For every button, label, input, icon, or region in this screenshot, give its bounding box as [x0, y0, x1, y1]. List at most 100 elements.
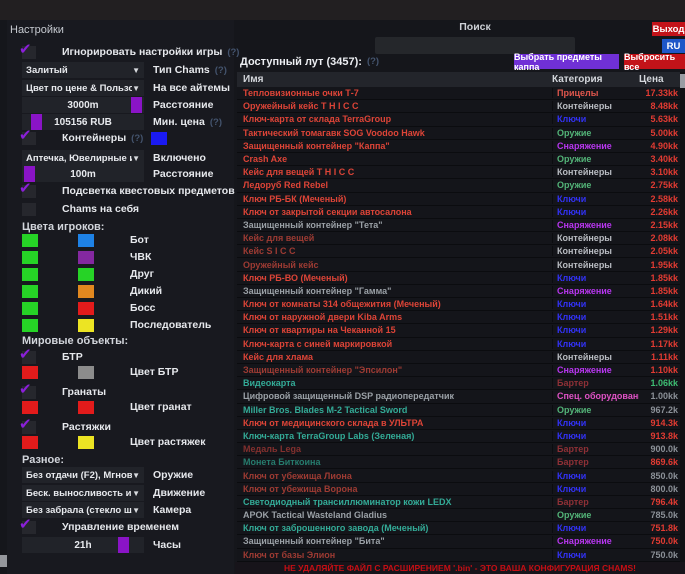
column-header-name[interactable]: Имя: [237, 74, 552, 85]
table-row[interactable]: Ледоруб Red RebelОружие2.75kk: [237, 179, 681, 192]
table-row[interactable]: Медаль LegaБартер900.0k: [237, 443, 681, 456]
column-header-price[interactable]: Цена: [639, 74, 681, 85]
time-control-checkbox[interactable]: ✔: [22, 521, 36, 534]
btr-checkbox[interactable]: ✔: [22, 351, 36, 364]
slider-handle[interactable]: [31, 114, 42, 130]
item-name: Медаль Lega: [237, 444, 552, 454]
item-name: Miller Bros. Blades M-2 Tactical Sword: [237, 405, 552, 415]
color-swatch[interactable]: [22, 319, 38, 332]
table-row[interactable]: Ключ РБ-БК (Меченый)Ключи2.58kk: [237, 193, 681, 206]
exit-button[interactable]: Выход: [652, 22, 685, 36]
table-row[interactable]: Ключ от квартиры на Чеканной 15Ключи1.29…: [237, 324, 681, 337]
table-row[interactable]: Ключ от наружной двери Kiba ArmsКлючи1.5…: [237, 311, 681, 324]
table-row[interactable]: Тепловизионные очки Т-7Прицелы17.33kk: [237, 87, 681, 100]
help-icon[interactable]: (?): [131, 133, 143, 144]
containers-label: Контейнеры: [62, 132, 126, 144]
help-icon[interactable]: (?): [367, 56, 379, 67]
ignore-game-settings-checkbox[interactable]: ✔: [22, 46, 36, 59]
containers-distance-slider[interactable]: 100m: [22, 166, 144, 182]
btr-label: БТР: [62, 351, 83, 363]
table-row[interactable]: Кейс для хламаКонтейнеры1.11kk: [237, 351, 681, 364]
table-row[interactable]: Miller Bros. Blades M-2 Tactical SwordОр…: [237, 404, 681, 417]
window-titlebar[interactable]: [0, 0, 685, 20]
color-mode-dropdown[interactable]: Цвет по цене & Пользователы ▼: [22, 80, 144, 96]
table-row[interactable]: Цифровой защищенный DSP радиопередатчикС…: [237, 390, 681, 403]
item-price: 1.10kk: [639, 365, 681, 375]
table-row[interactable]: Ключ от комнаты 314 общежития (Меченый)К…: [237, 298, 681, 311]
table-row[interactable]: Crash AxeОружие3.40kk: [237, 153, 681, 166]
color-swatch[interactable]: [78, 401, 94, 414]
color-swatch[interactable]: [78, 285, 94, 298]
table-row[interactable]: Защищенный контейнер "Бита"Снаряжение750…: [237, 535, 681, 548]
color-swatch[interactable]: [78, 251, 94, 264]
slider-handle[interactable]: [131, 97, 142, 113]
containers-color-swatch[interactable]: [151, 132, 167, 145]
table-row[interactable]: Ключ-карта с синей маркировкойКлючи1.17k…: [237, 338, 681, 351]
table-row[interactable]: ВидеокартаБартер1.06kk: [237, 377, 681, 390]
color-swatch[interactable]: [78, 302, 94, 315]
table-row[interactable]: Ключ от заброшенного завода (Меченый)Клю…: [237, 522, 681, 535]
containers-filter-dropdown[interactable]: Аптечка, Ювелирные и... ▼: [22, 150, 144, 166]
min-price-slider[interactable]: 105156 RUB: [22, 114, 144, 130]
item-category: Контейнеры: [552, 101, 639, 111]
color-swatch[interactable]: [78, 366, 94, 379]
table-row[interactable]: Защищенный контейнер "Каппа"Снаряжение4.…: [237, 140, 681, 153]
quest-items-checkbox[interactable]: ✔: [22, 185, 36, 198]
color-swatch[interactable]: [22, 268, 38, 281]
column-header-category[interactable]: Категория: [552, 74, 639, 85]
chams-self-checkbox[interactable]: [22, 203, 36, 216]
table-row[interactable]: Оружейный кейсКонтейнеры1.95kk: [237, 258, 681, 271]
table-row[interactable]: APOK Tactical Wasteland GladiusОружие785…: [237, 509, 681, 522]
scrollbar-thumb[interactable]: [680, 74, 685, 88]
table-row[interactable]: Ключ РБ-ВО (Меченый)Ключи1.85kk: [237, 272, 681, 285]
weapon-dropdown[interactable]: Без отдачи (F2), Мгновенное п ▼: [22, 467, 144, 483]
table-row[interactable]: Защищенный контейнер "Тета"Снаряжение2.1…: [237, 219, 681, 232]
help-icon[interactable]: (?): [210, 117, 222, 128]
color-swatch[interactable]: [22, 401, 38, 414]
chams-type-dropdown[interactable]: Залитый ▼: [22, 62, 144, 78]
table-row[interactable]: Ключ от закрытой секции автосалонаКлючи2…: [237, 206, 681, 219]
table-row[interactable]: Ключ-карта TerraGroup Labs (Зеленая)Ключ…: [237, 430, 681, 443]
resize-grip[interactable]: [0, 555, 7, 567]
movement-dropdown[interactable]: Беск. выносливость и нет уста ▼: [22, 485, 144, 501]
table-row[interactable]: Защищенный контейнер "Эпсилон"Снаряжение…: [237, 364, 681, 377]
color-swatch[interactable]: [22, 366, 38, 379]
grenades-checkbox[interactable]: ✔: [22, 386, 36, 399]
table-row[interactable]: Оружейный кейс T H I C CКонтейнеры8.48kk: [237, 100, 681, 113]
color-swatch[interactable]: [78, 268, 94, 281]
color-swatch[interactable]: [22, 234, 38, 247]
table-row[interactable]: Монета БиткоинаБартер869.6k: [237, 456, 681, 469]
slider-handle[interactable]: [118, 537, 129, 553]
items-distance-slider[interactable]: 3000m: [22, 97, 144, 113]
item-price: 1.85kk: [639, 273, 681, 283]
table-row[interactable]: Ключ-карта от склада TerraGroupКлючи5.63…: [237, 113, 681, 126]
color-swatch[interactable]: [78, 436, 94, 449]
color-swatch[interactable]: [22, 302, 38, 315]
table-row[interactable]: Ключ от убежища ЛионаКлючи850.0k: [237, 469, 681, 482]
help-icon[interactable]: (?): [227, 47, 239, 58]
table-scrollbar[interactable]: [680, 72, 685, 563]
help-icon[interactable]: (?): [215, 65, 227, 76]
color-swatch[interactable]: [78, 319, 94, 332]
table-row[interactable]: Кейс S I C CКонтейнеры2.05kk: [237, 245, 681, 258]
table-row[interactable]: Тактический томагавк SOG Voodoo HawkОруж…: [237, 127, 681, 140]
table-row[interactable]: Ключ от убежища ВоронаКлючи800.0k: [237, 483, 681, 496]
color-swatch[interactable]: [78, 234, 94, 247]
camera-dropdown[interactable]: Без забрала (стекло шлема) ▼: [22, 502, 144, 518]
table-row[interactable]: Защищенный контейнер "Гамма"Снаряжение1.…: [237, 285, 681, 298]
color-swatch[interactable]: [22, 436, 38, 449]
table-row[interactable]: Ключ от базы ЭлионКлючи750.0k: [237, 549, 681, 562]
player-color-label: Босс: [130, 302, 156, 314]
containers-checkbox[interactable]: ✔: [22, 132, 36, 145]
table-row[interactable]: Светодиодный трансиллюминатор кожи LEDXБ…: [237, 496, 681, 509]
table-row[interactable]: Кейс для вещейКонтейнеры2.08kk: [237, 232, 681, 245]
table-row[interactable]: Кейс для вещей T H I C CКонтейнеры3.10kk: [237, 166, 681, 179]
drop-all-button[interactable]: Выбросить все: [624, 54, 685, 69]
table-row[interactable]: Ключ от медицинского склада в УЛЬТРАКлюч…: [237, 417, 681, 430]
color-swatch[interactable]: [22, 251, 38, 264]
item-category: Ключи: [552, 418, 639, 428]
select-kappa-items-button[interactable]: Выбрать предметы каппа: [514, 54, 619, 69]
hours-slider[interactable]: 21h: [22, 537, 144, 553]
tripwires-checkbox[interactable]: ✔: [22, 421, 36, 434]
color-swatch[interactable]: [22, 285, 38, 298]
